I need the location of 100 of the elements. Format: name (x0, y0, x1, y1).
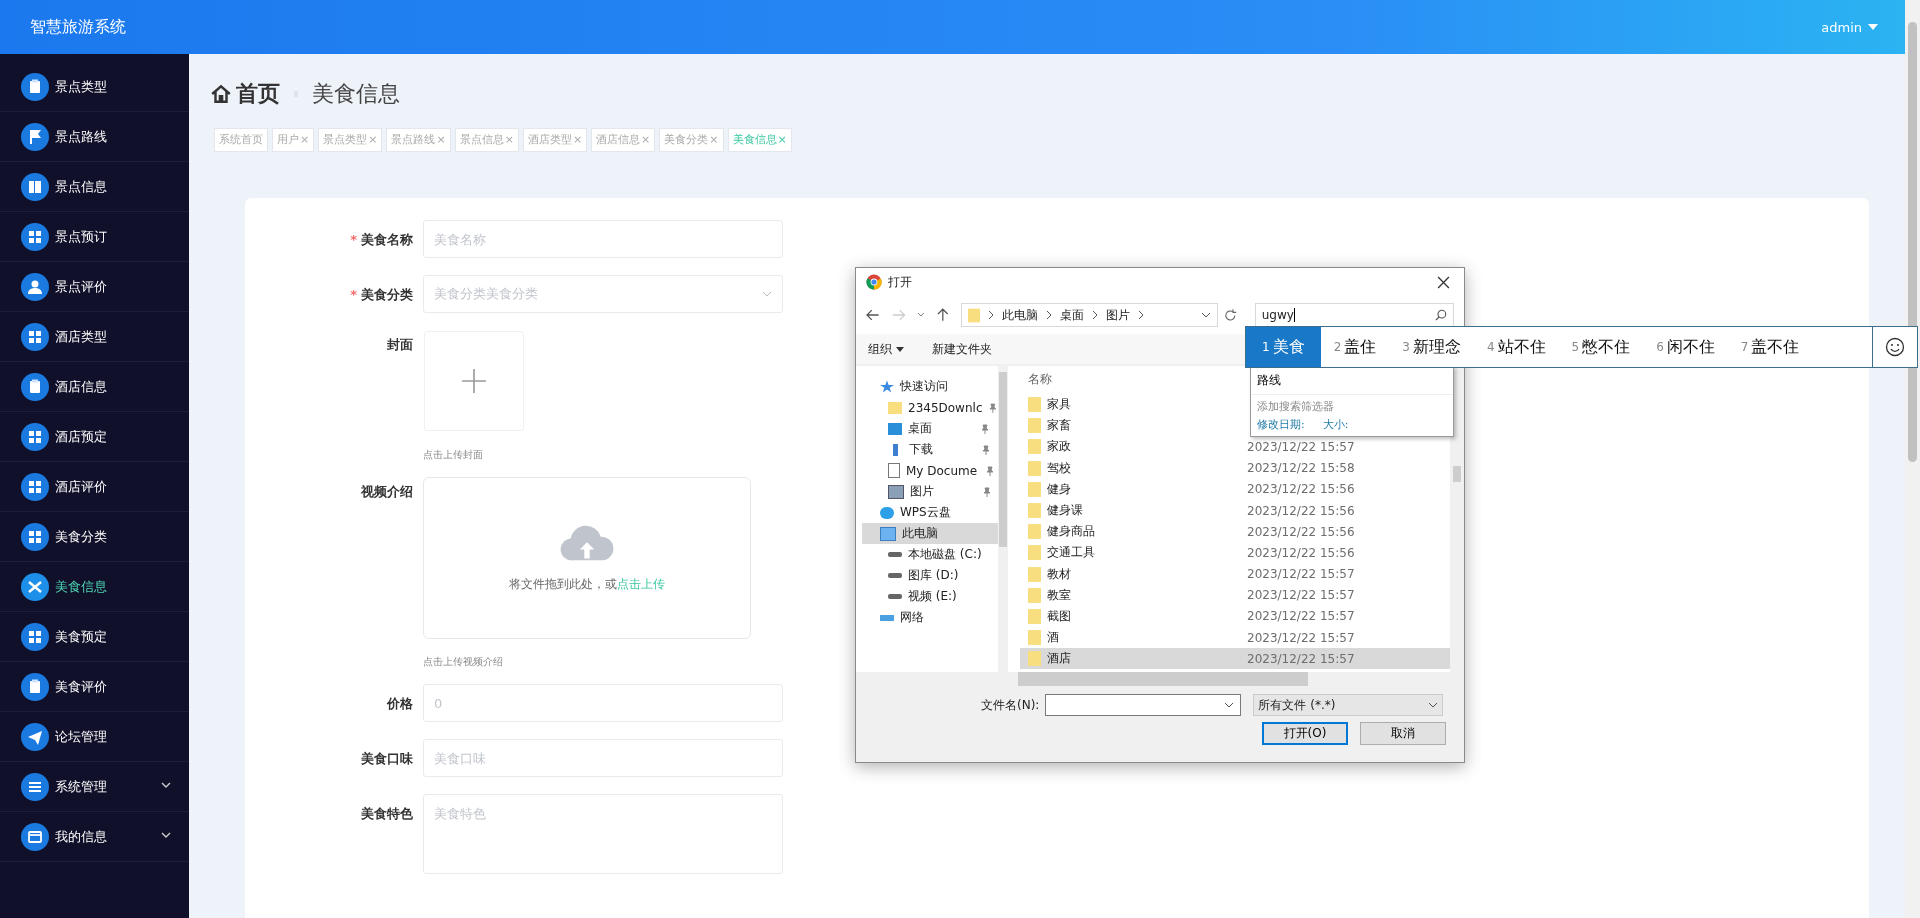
sidebar-item[interactable]: 酒店信息 (0, 362, 189, 412)
field-label: 美食口味 (360, 750, 414, 768)
chevron-icon[interactable] (1091, 310, 1098, 320)
up-arrow-icon[interactable] (936, 308, 949, 322)
nav-item[interactable]: 2345Downlc (862, 397, 998, 418)
chevron-icon[interactable] (987, 310, 994, 320)
sidebar-item[interactable]: 酒店评价 (0, 462, 189, 512)
sidebar-item[interactable]: 美食预定 (0, 612, 189, 662)
back-icon[interactable] (866, 309, 880, 321)
chevron-icon[interactable] (1137, 310, 1144, 320)
file-row[interactable]: 截图 2023/12/22 15:57 (1020, 605, 1450, 628)
smiley-icon[interactable] (1885, 337, 1905, 357)
chevron-icon[interactable] (917, 312, 925, 318)
file-row[interactable]: 酒店 2023/12/22 15:57 (1020, 648, 1450, 670)
folder-icon (1028, 397, 1041, 413)
sidebar-item[interactable]: 美食评价 (0, 662, 189, 712)
nav-item[interactable]: WPS云盘 (862, 502, 998, 523)
ime-candidate[interactable]: 7 盖不住 (1727, 327, 1813, 367)
nav-item[interactable]: 下载 (862, 439, 998, 460)
open-button[interactable]: 打开(O) (1262, 722, 1348, 745)
folder-icon (1028, 608, 1041, 624)
grid-icon (21, 322, 49, 351)
nav-item[interactable]: 此电脑 (862, 523, 998, 544)
path-segment[interactable]: 桌面 (1059, 306, 1084, 324)
nav-item[interactable]: 网络 (862, 607, 998, 628)
ime-candidate[interactable]: 5 憋不住 (1558, 327, 1644, 367)
sidebar-item[interactable]: 酒店预定 (0, 412, 189, 462)
drop-text: 将文件拖到此处，或 (509, 576, 617, 591)
nav-item[interactable]: 桌面 (862, 418, 998, 439)
folder-icon (1028, 439, 1041, 455)
sidebar-item[interactable]: 酒店类型 (0, 312, 189, 362)
clipboard-icon (21, 672, 49, 701)
path-segment[interactable]: 此电脑 (1001, 306, 1038, 324)
ime-candidate[interactable]: 4 站不住 (1473, 327, 1559, 367)
file-row[interactable]: 健身课 2023/12/22 15:56 (1020, 499, 1450, 522)
filename-field[interactable] (1045, 694, 1242, 716)
scrollbar[interactable] (1450, 366, 1464, 672)
textarea-field[interactable]: 美食特色 (423, 794, 783, 874)
folder-icon (1028, 566, 1041, 582)
refresh-icon[interactable] (1224, 308, 1237, 322)
file-type-select[interactable]: 所有文件 (*.*) (1253, 694, 1444, 716)
grid-icon (21, 222, 49, 251)
nav-item[interactable]: 快速访问 (862, 376, 998, 397)
folder-icon (1028, 481, 1041, 497)
clipboard-icon (21, 372, 49, 401)
list-icon (21, 772, 49, 801)
nav-item[interactable]: 图库 (D:) (862, 565, 998, 586)
nav-item[interactable]: My Docume (862, 460, 998, 481)
address-bar[interactable]: 此电脑 桌面 图片 (960, 303, 1219, 327)
file-row[interactable]: 教材 2023/12/22 15:57 (1020, 563, 1450, 585)
folder-icon (1028, 651, 1041, 667)
flag-icon (21, 122, 49, 151)
path-segment[interactable]: 图片 (1105, 306, 1130, 324)
input-field[interactable]: 0 (423, 684, 783, 722)
close-icon[interactable] (1437, 275, 1450, 289)
file-row[interactable]: 家政 2023/12/22 15:57 (1020, 436, 1450, 458)
new-folder-button[interactable]: 新建文件夹 (925, 338, 998, 360)
sidebar-item[interactable]: 景点评价 (0, 262, 189, 312)
ime-candidate[interactable]: 2 盖住 (1320, 327, 1390, 367)
input-field[interactable]: 美食名称 (423, 220, 783, 258)
required-mark: * (350, 287, 357, 302)
sidebar-item[interactable]: 景点预订 (0, 212, 189, 262)
browser-icon (866, 274, 882, 290)
grid-icon (21, 622, 49, 651)
nav-item[interactable]: 图片 (862, 481, 998, 502)
field-label: 视频介绍 (360, 483, 414, 501)
file-row[interactable]: 健身商品 2023/12/22 15:56 (1020, 521, 1450, 543)
file-row[interactable]: 交通工具 2023/12/22 15:56 (1020, 542, 1450, 564)
folder-icon (1028, 524, 1041, 540)
scrollbar[interactable] (1905, 0, 1920, 918)
sidebar-item[interactable]: 景点类型 (0, 62, 189, 112)
cancel-button[interactable]: 取消 (1360, 722, 1446, 745)
ime-candidate[interactable]: 6 闲不住 (1643, 327, 1728, 367)
nav-item[interactable]: 本地磁盘 (C:) (862, 544, 998, 565)
filter-link[interactable]: 大小: (1322, 417, 1349, 432)
sidebar-item[interactable]: 论坛管理 (0, 712, 189, 762)
grid-icon (21, 522, 49, 551)
field-label: 美食特色 (360, 805, 414, 823)
filter-link[interactable]: 修改日期: (1257, 417, 1305, 432)
file-row[interactable]: 酒 2023/12/22 15:57 (1020, 627, 1450, 649)
ime-candidate[interactable]: 3 新理念 (1389, 327, 1474, 367)
sidebar-item[interactable]: 我的信息 (0, 812, 189, 862)
organize-menu[interactable]: 组织 (862, 338, 910, 360)
sidebar-item[interactable]: 景点路线 (0, 112, 189, 162)
sidebar-item[interactable]: 美食分类 (0, 512, 189, 562)
chevron-icon (1224, 702, 1235, 708)
chevron-icon[interactable] (1201, 312, 1212, 318)
file-row[interactable]: 驾校 2023/12/22 15:58 (1020, 457, 1450, 479)
sidebar-item[interactable]: 美食信息 (0, 562, 189, 612)
chevron-icon[interactable] (1045, 310, 1052, 320)
scrollbar[interactable] (998, 366, 1008, 672)
nav-item[interactable]: 视频 (E:) (862, 586, 998, 607)
ime-candidate[interactable]: 1 美食 (1246, 327, 1321, 367)
file-dropzone[interactable]: 将文件拖到此处，或点击上传 (423, 477, 751, 639)
file-row[interactable]: 教室 2023/12/22 15:57 (1020, 584, 1450, 606)
breadcrumb-home[interactable]: 首页 (236, 79, 280, 109)
sidebar-item[interactable]: 系统管理 (0, 762, 189, 812)
file-row[interactable]: 健身 2023/12/22 15:56 (1020, 478, 1450, 500)
sidebar-item[interactable]: 景点信息 (0, 162, 189, 212)
column-header[interactable]: 名称 (1028, 371, 1052, 388)
